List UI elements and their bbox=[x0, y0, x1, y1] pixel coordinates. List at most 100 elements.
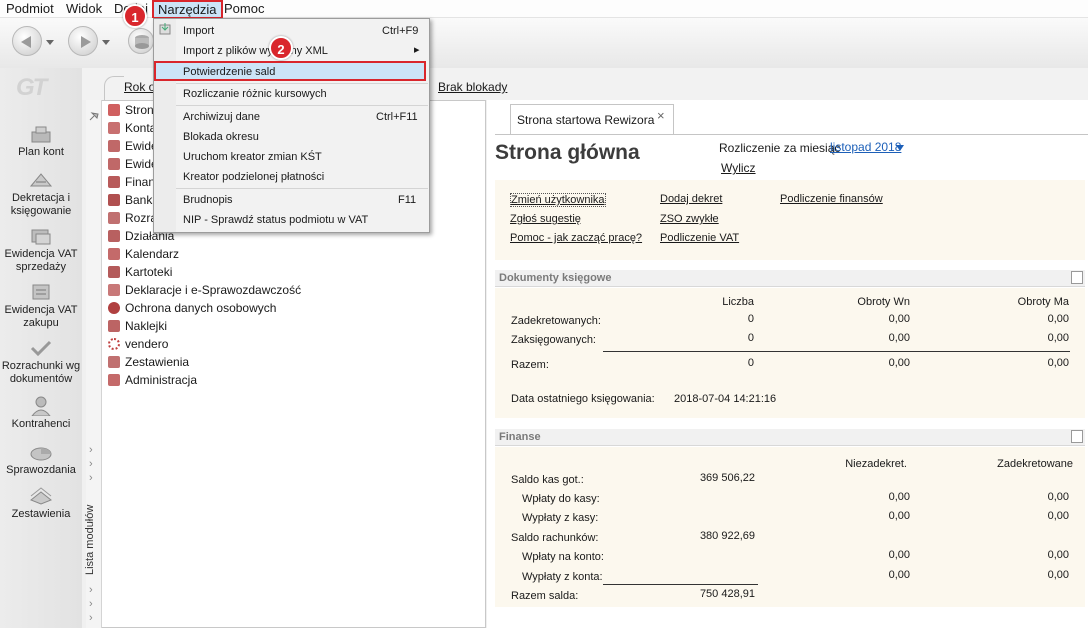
back-dropdown-icon[interactable] bbox=[46, 40, 54, 45]
row-amount: 380 922,69 bbox=[699, 530, 755, 542]
recalculate-link[interactable]: Wylicz bbox=[721, 161, 756, 175]
year-link[interactable]: Rok o bbox=[124, 80, 155, 94]
module-labels-icon bbox=[108, 320, 120, 332]
menu-item-fx-differences[interactable]: Rozliczanie różnic kursowych bbox=[183, 88, 327, 100]
header-wn: Obroty Wn bbox=[857, 296, 910, 308]
row-posted: 0,00 bbox=[1047, 510, 1069, 522]
vat-summary-link[interactable]: Podliczenie VAT bbox=[660, 232, 739, 244]
row-label: Zadekretowanych: bbox=[511, 315, 601, 327]
row-amount: 369 506,22 bbox=[699, 472, 755, 484]
module-home-icon bbox=[108, 104, 120, 116]
change-user-link[interactable]: Zmień użytkownika bbox=[510, 193, 606, 207]
back-button[interactable] bbox=[12, 26, 42, 56]
nav-dekretacja[interactable]: Dekretacja i księgowanie bbox=[0, 170, 82, 218]
nav-plan-kont[interactable]: Plan kont bbox=[0, 124, 82, 159]
vat-purchase-icon bbox=[32, 284, 50, 300]
chevron-right-icon[interactable]: › bbox=[89, 598, 93, 610]
menu-item-balance-confirmation[interactable]: Potwierdzenie sald bbox=[183, 66, 275, 78]
close-icon[interactable]: × bbox=[657, 108, 665, 123]
chevron-right-icon[interactable]: › bbox=[89, 584, 93, 596]
module-declarations-icon bbox=[108, 284, 120, 296]
header-ma: Obroty Ma bbox=[1017, 296, 1069, 308]
menu-separator bbox=[176, 188, 428, 189]
chevron-down-icon[interactable] bbox=[896, 145, 904, 151]
menu-widok[interactable]: Widok bbox=[62, 1, 106, 17]
nav-sprawozdania[interactable]: Sprawozdania bbox=[0, 442, 82, 477]
forward-arrow-icon bbox=[81, 36, 91, 48]
tab-underline bbox=[495, 134, 1088, 135]
chevron-right-icon[interactable]: › bbox=[89, 612, 93, 624]
row-count: 0 bbox=[747, 357, 754, 369]
gt-logo: GT bbox=[16, 74, 47, 101]
menu-bar: Podmiot Widok Dodaj Narzędzia Pomoc bbox=[0, 0, 1088, 19]
menu-item-kst-wizard[interactable]: Uruchom kreator zmian KŚT bbox=[183, 151, 322, 163]
print-icon[interactable] bbox=[1071, 271, 1083, 284]
nav-label: Kontrahenci bbox=[11, 418, 71, 430]
chevron-right-icon[interactable]: › bbox=[89, 444, 93, 456]
month-label: Rozliczenie za miesiąc bbox=[719, 141, 841, 155]
lock-status-link[interactable]: Brak blokady bbox=[438, 80, 507, 94]
add-entry-link[interactable]: Dodaj dekret bbox=[660, 193, 722, 205]
dekretacja-icon bbox=[29, 173, 53, 187]
nav-kontrahenci[interactable]: Kontrahenci bbox=[0, 396, 82, 431]
header-not-posted: Niezadekret. bbox=[845, 458, 907, 470]
row-ma: 0,00 bbox=[1047, 332, 1069, 344]
total-rule bbox=[603, 584, 758, 585]
chevron-right-icon[interactable]: › bbox=[89, 472, 93, 484]
forward-button[interactable] bbox=[68, 26, 98, 56]
shortcut-label: Ctrl+F11 bbox=[376, 111, 418, 123]
menu-item-split-payment[interactable]: Kreator podzielonej płatności bbox=[183, 171, 324, 183]
menu-icon-column bbox=[154, 19, 176, 232]
submenu-arrow-icon: ▸ bbox=[414, 44, 420, 56]
nav-label: Ewidencja VAT zakupu bbox=[4, 304, 78, 329]
zso-link[interactable]: ZSO zwykłe bbox=[660, 213, 719, 225]
menu-item-period-lock[interactable]: Blokada okresu bbox=[183, 131, 259, 143]
pin-icon[interactable] bbox=[88, 110, 100, 122]
help-start-link[interactable]: Pomoc - jak zacząć pracę? bbox=[510, 232, 642, 244]
month-select[interactable]: listopad 2018 bbox=[830, 140, 901, 154]
module-vendero-icon bbox=[108, 338, 120, 350]
row-label: Wpłaty do kasy: bbox=[522, 493, 600, 505]
menu-item-import-xml[interactable]: Import z plików wymiany XML bbox=[183, 45, 328, 57]
row-ma: 0,00 bbox=[1047, 313, 1069, 325]
menu-podmiot[interactable]: Podmiot bbox=[2, 1, 58, 17]
row-label: Saldo rachunków: bbox=[511, 532, 599, 544]
header-count: Liczba bbox=[722, 296, 754, 308]
module-files-icon bbox=[108, 266, 120, 278]
menu-narzedzia[interactable]: Narzędzia bbox=[152, 0, 223, 19]
row-wn: 0,00 bbox=[888, 313, 910, 325]
row-amount: 750 428,91 bbox=[699, 588, 755, 600]
nav-zestawienia[interactable]: Zestawienia bbox=[0, 486, 82, 521]
shortcut-label: F11 bbox=[398, 194, 417, 206]
module-list-label: Lista modułów bbox=[84, 504, 96, 575]
forward-dropdown-icon[interactable] bbox=[102, 40, 110, 45]
chevron-right-icon[interactable]: › bbox=[89, 458, 93, 470]
page-title: Strona główna bbox=[495, 141, 640, 164]
row-wn: 0,00 bbox=[888, 332, 910, 344]
menu-separator bbox=[176, 105, 428, 106]
finance-summary-link[interactable]: Podliczenie finansów bbox=[780, 193, 883, 205]
menu-item-import[interactable]: Import bbox=[183, 25, 214, 37]
row-not-posted: 0,00 bbox=[888, 491, 910, 503]
module-settlements-icon bbox=[108, 212, 120, 224]
finance-header: Finanse bbox=[495, 429, 1085, 446]
nav-vat-sprzedazy[interactable]: Ewidencja VAT sprzedaży bbox=[0, 226, 82, 274]
nav-label: Rozrachunki wg dokumentów bbox=[1, 360, 81, 385]
suggestion-link[interactable]: Zgłoś sugestię bbox=[510, 213, 581, 225]
nav-vat-zakupu[interactable]: Ewidencja VAT zakupu bbox=[0, 282, 82, 330]
menu-item-nip-check[interactable]: NIP - Sprawdź status podmiotu w VAT bbox=[183, 214, 368, 226]
print-icon[interactable] bbox=[1071, 430, 1083, 443]
nav-rozrachunki[interactable]: Rozrachunki wg dokumentów bbox=[0, 338, 82, 386]
last-posting-value: 2018-07-04 14:21:16 bbox=[674, 393, 777, 405]
nav-label: Ewidencja VAT sprzedaży bbox=[4, 248, 78, 273]
database-button[interactable] bbox=[128, 28, 154, 54]
quick-links-box bbox=[495, 180, 1085, 260]
last-posting-label: Data ostatniego księgowania: bbox=[511, 393, 655, 405]
row-count: 0 bbox=[747, 332, 754, 344]
menu-item-archive[interactable]: Archiwizuj dane bbox=[183, 111, 260, 123]
row-count: 0 bbox=[747, 313, 754, 325]
module-admin-icon bbox=[108, 374, 120, 386]
menu-item-draft[interactable]: Brudnopis bbox=[183, 194, 233, 206]
row-posted: 0,00 bbox=[1047, 549, 1069, 561]
menu-pomoc[interactable]: Pomoc bbox=[220, 1, 268, 17]
